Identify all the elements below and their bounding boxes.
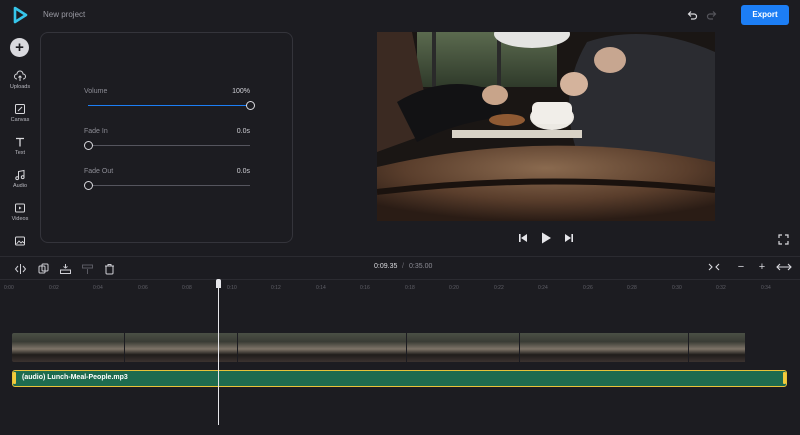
sidebar-item-canvas[interactable]: Canvas <box>0 103 40 123</box>
sidebar-item-text[interactable]: Text <box>0 136 40 156</box>
duplicate-icon[interactable] <box>37 262 50 274</box>
video-icon <box>15 203 25 213</box>
music-note-icon <box>15 169 25 181</box>
layer-icon[interactable] <box>81 262 94 274</box>
top-bar: New project Export <box>0 0 800 30</box>
ruler-tick: 0:20 <box>449 285 459 291</box>
video-thumbnail <box>181 333 238 362</box>
logo-icon[interactable] <box>11 6 29 24</box>
fade-in-slider[interactable] <box>84 141 250 150</box>
ruler-tick: 0:02 <box>49 285 59 291</box>
audio-clip-label: (audio) Lunch-Meal-People.mp3 <box>22 374 128 381</box>
ruler-tick: 0:00 <box>4 285 14 291</box>
volume-slider-fill <box>88 105 250 106</box>
ruler-tick: 0:32 <box>716 285 726 291</box>
video-thumbnail <box>68 333 125 362</box>
current-time: 0:09.35 <box>374 263 398 270</box>
image-icon <box>15 236 25 246</box>
volume-slider[interactable] <box>88 101 255 110</box>
upload-cloud-icon <box>14 70 26 81</box>
video-thumbnail <box>350 333 407 362</box>
ruler-tick: 0:08 <box>182 285 192 291</box>
timeline-ruler[interactable]: 0:00 0:02 0:04 0:06 0:08 0:10 0:12 0:14 … <box>0 279 800 295</box>
fade-in-label: Fade In <box>84 128 108 135</box>
expand-icon[interactable] <box>775 260 793 274</box>
fullscreen-icon[interactable] <box>778 232 789 245</box>
volume-value: 100% <box>232 88 250 95</box>
volume-slider-knob[interactable] <box>246 101 255 110</box>
video-track-clip[interactable] <box>12 333 787 362</box>
ruler-tick: 0:30 <box>672 285 682 291</box>
video-preview[interactable] <box>377 32 715 221</box>
video-thumbnail <box>12 333 68 362</box>
time-separator: / <box>402 263 404 270</box>
preview-frame-image <box>377 32 715 221</box>
sidebar-item-label: Canvas <box>10 117 30 123</box>
video-thumbnail <box>237 333 294 362</box>
video-thumbnail <box>632 333 689 362</box>
redo-icon[interactable] <box>706 9 718 21</box>
zoom-in-button[interactable]: + <box>753 260 771 274</box>
audio-track-clip[interactable]: (audio) Lunch-Meal-People.mp3 <box>12 370 787 387</box>
video-thumbnail <box>519 333 576 362</box>
volume-label: Volume <box>84 88 108 95</box>
sidebar-item-label: Text <box>14 150 26 156</box>
ruler-tick: 0:22 <box>494 285 504 291</box>
ruler-tick: 0:18 <box>405 285 415 291</box>
video-thumbnail <box>293 333 350 362</box>
ruler-tick: 0:26 <box>583 285 593 291</box>
fade-out-slider[interactable] <box>84 181 250 190</box>
audio-properties-panel: Volume 100% Fade In 0.0s Fade Out 0.0s <box>40 32 293 243</box>
sidebar-item-label: Videos <box>11 216 29 222</box>
ruler-tick: 0:06 <box>138 285 148 291</box>
sidebar-item-label: Uploads <box>9 84 31 90</box>
ruler-tick: 0:10 <box>227 285 237 291</box>
video-thumbnail <box>575 333 632 362</box>
ruler-tick: 0:14 <box>316 285 326 291</box>
zoom-out-button[interactable]: − <box>732 260 750 274</box>
fade-out-value: 0.0s <box>236 168 250 175</box>
audio-clip-right-handle[interactable] <box>783 372 786 384</box>
delete-icon[interactable] <box>103 262 116 275</box>
ruler-tick: 0:34 <box>761 285 771 291</box>
sidebar-item-uploads[interactable]: Uploads <box>0 70 40 90</box>
export-button[interactable]: Export <box>741 5 789 25</box>
video-thumbnail <box>406 333 463 362</box>
split-icon[interactable] <box>14 262 27 274</box>
timeline-toolbar <box>0 256 800 278</box>
video-thumbnail <box>124 333 181 362</box>
fade-out-label: Fade Out <box>84 168 114 175</box>
ruler-tick: 0:16 <box>360 285 370 291</box>
canvas-icon <box>15 104 25 114</box>
plus-icon: + <box>15 39 24 56</box>
fade-out-slider-knob[interactable] <box>84 181 93 190</box>
fade-in-value: 0.0s <box>236 128 250 135</box>
sidebar: + Uploads Canvas Text Audio Videos <box>0 30 40 252</box>
play-icon[interactable] <box>540 231 552 245</box>
undo-icon[interactable] <box>686 9 698 21</box>
sidebar-item-label: Audio <box>12 183 28 189</box>
playhead[interactable] <box>218 279 219 425</box>
add-media-button[interactable]: + <box>10 38 29 57</box>
sidebar-item-images[interactable] <box>0 235 40 247</box>
project-title[interactable]: New project <box>43 10 85 19</box>
ruler-tick: 0:28 <box>627 285 637 291</box>
ruler-tick: 0:12 <box>271 285 281 291</box>
video-thumbnail <box>688 333 745 362</box>
ruler-tick: 0:24 <box>538 285 548 291</box>
text-icon <box>16 137 24 147</box>
fit-timeline-icon[interactable] <box>705 260 723 274</box>
audio-detach-icon[interactable] <box>59 262 72 274</box>
fade-in-slider-knob[interactable] <box>84 141 93 150</box>
ruler-tick: 0:04 <box>93 285 103 291</box>
sidebar-item-audio[interactable]: Audio <box>0 169 40 189</box>
audio-clip-left-handle[interactable] <box>13 372 16 384</box>
sidebar-item-videos[interactable]: Videos <box>0 202 40 222</box>
skip-forward-icon[interactable] <box>564 231 574 245</box>
total-time: 0:35.00 <box>409 263 433 270</box>
skip-back-icon[interactable] <box>518 231 528 245</box>
video-thumbnail <box>463 333 520 362</box>
